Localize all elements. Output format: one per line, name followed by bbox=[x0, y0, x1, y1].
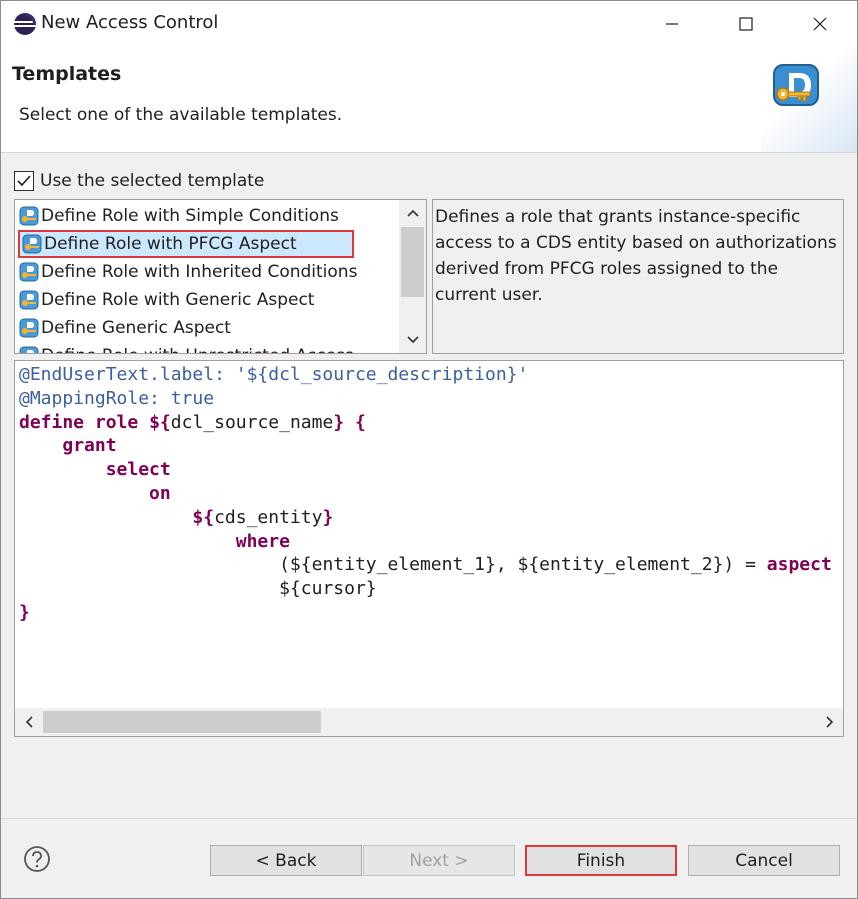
template-list-scrollbar[interactable] bbox=[399, 200, 426, 353]
maximize-icon bbox=[739, 17, 753, 31]
code-text: @EndUserText.label: '${dcl_source_descri… bbox=[19, 364, 832, 623]
new-access-control-dialog: New Access Control Templates Select one … bbox=[0, 0, 858, 899]
page-description: Select one of the available templates. bbox=[19, 105, 343, 125]
code-keyword-define: define bbox=[19, 411, 85, 433]
template-item-inherited-conditions[interactable]: Define Role with Inherited Conditions bbox=[17, 258, 397, 286]
template-item-simple-conditions[interactable]: Define Role with Simple Conditions bbox=[17, 202, 397, 230]
template-list[interactable]: Define Role with Simple Conditions Defin… bbox=[14, 199, 427, 354]
code-keyword-on: on bbox=[149, 482, 171, 504]
access-control-key-icon bbox=[773, 64, 819, 106]
template-icon bbox=[19, 290, 39, 310]
code-open-brace: { bbox=[355, 411, 366, 433]
chevron-up-icon bbox=[406, 209, 419, 217]
chevron-right-icon bbox=[825, 716, 833, 728]
template-item-generic-aspect[interactable]: Define Generic Aspect bbox=[17, 314, 397, 342]
code-horizontal-scrollbar[interactable] bbox=[15, 708, 843, 736]
code-entity: cds_entity bbox=[214, 506, 323, 528]
template-icon bbox=[19, 318, 39, 338]
code-annotation-mapping: @MappingRole: true bbox=[19, 387, 215, 409]
template-item-label: Define Role with Inherited Conditions bbox=[41, 262, 358, 282]
scrollbar-thumb[interactable] bbox=[401, 227, 424, 297]
code-role-name: dcl_source_name bbox=[170, 411, 334, 433]
eclipse-icon bbox=[14, 13, 36, 35]
template-icon bbox=[19, 206, 39, 226]
template-item-label: Define Role with PFCG Aspect bbox=[44, 234, 297, 254]
template-icon bbox=[22, 234, 42, 254]
template-item-label: Define Role with Generic Aspect bbox=[41, 290, 315, 310]
template-item-label: Define Role with Unrestricted Access bbox=[41, 346, 354, 353]
scroll-right-button[interactable] bbox=[816, 708, 843, 736]
checkmark-icon bbox=[17, 175, 31, 187]
code-close-brace: } bbox=[19, 601, 30, 623]
template-icon bbox=[19, 262, 39, 282]
template-description: Defines a role that grants instance-spec… bbox=[432, 199, 844, 354]
page-title: Templates bbox=[12, 63, 122, 85]
minimize-icon bbox=[666, 23, 678, 25]
finish-button[interactable]: Finish bbox=[525, 845, 677, 876]
close-button[interactable] bbox=[797, 7, 843, 41]
template-code-preview[interactable]: @EndUserText.label: '${dcl_source_descri… bbox=[14, 360, 844, 737]
template-item-label: Define Role with Simple Conditions bbox=[41, 206, 339, 226]
scroll-down-button[interactable] bbox=[399, 327, 426, 353]
footer-separator bbox=[1, 818, 857, 819]
chevron-down-icon bbox=[406, 336, 419, 344]
cancel-button[interactable]: Cancel bbox=[688, 845, 840, 876]
template-item-label: Define Generic Aspect bbox=[41, 318, 231, 338]
use-template-checkbox[interactable] bbox=[14, 171, 34, 191]
template-item-pfcg-aspect[interactable]: Define Role with PFCG Aspect bbox=[18, 230, 354, 258]
back-button[interactable]: < Back bbox=[210, 845, 362, 876]
code-keyword-aspect: aspect bbox=[766, 554, 832, 576]
scroll-left-button[interactable] bbox=[15, 708, 42, 736]
help-icon[interactable] bbox=[23, 845, 51, 873]
maximize-button[interactable] bbox=[723, 7, 769, 41]
wizard-banner: Templates Select one of the available te… bbox=[1, 47, 857, 153]
template-item-unrestricted-access[interactable]: Define Role with Unrestricted Access bbox=[17, 342, 397, 353]
scrollbar-thumb[interactable] bbox=[43, 711, 321, 733]
code-keyword-role: role bbox=[94, 411, 139, 433]
chevron-left-icon bbox=[25, 716, 33, 728]
window-title: New Access Control bbox=[41, 12, 219, 33]
code-condition: (${entity_element_1}, ${entity_element_2… bbox=[279, 554, 767, 576]
code-cursor: ${cursor} bbox=[279, 578, 377, 600]
use-template-label: Use the selected template bbox=[40, 171, 265, 191]
next-button[interactable]: Next > bbox=[363, 845, 515, 876]
template-item-generic-aspect-role[interactable]: Define Role with Generic Aspect bbox=[17, 286, 397, 314]
title-bar: New Access Control bbox=[1, 1, 857, 47]
template-icon bbox=[19, 346, 39, 353]
scroll-up-button[interactable] bbox=[399, 200, 426, 226]
code-keyword-grant: grant bbox=[62, 435, 117, 457]
code-keyword-where: where bbox=[235, 530, 290, 552]
code-annotation-label: @EndUserText.label: '${dcl_source_descri… bbox=[19, 364, 529, 385]
code-keyword-select: select bbox=[105, 459, 171, 481]
close-icon bbox=[813, 17, 827, 31]
minimize-button[interactable] bbox=[649, 7, 695, 41]
use-template-row[interactable]: Use the selected template bbox=[14, 169, 264, 193]
